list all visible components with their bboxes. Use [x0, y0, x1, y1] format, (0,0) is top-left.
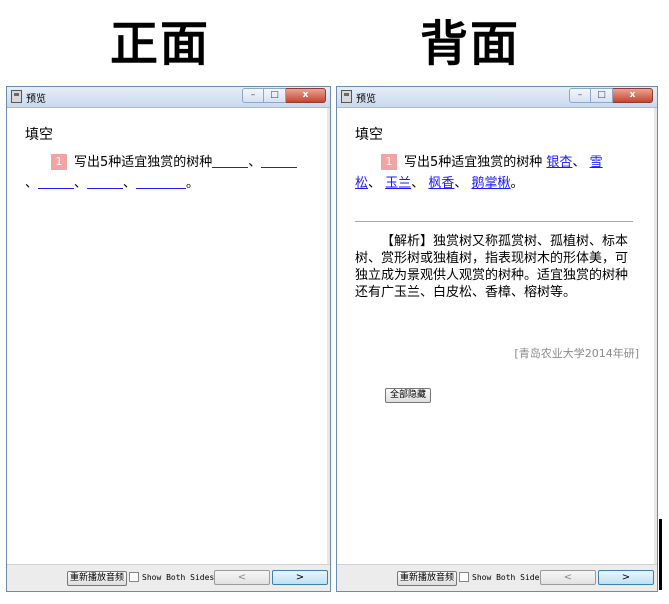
hide-all-button[interactable]: 全部隐藏: [385, 388, 432, 403]
window-title: 预览: [26, 94, 46, 105]
show-both-sides-label: Show Both Sides: [142, 573, 215, 582]
app-icon: [11, 90, 22, 103]
back-heading: 背面: [420, 16, 521, 72]
question-prompt: 写出5种适宜独赏的树种: [74, 155, 213, 170]
edge-bar: [659, 519, 662, 590]
answer-4: 枫香: [428, 176, 455, 191]
window-title: 预览: [356, 94, 376, 105]
front-heading: 正面: [110, 16, 211, 72]
prev-button[interactable]: <: [540, 570, 596, 585]
question-number-badge: 1: [381, 154, 397, 170]
card-type-label: 填空: [355, 127, 383, 143]
scrollbar[interactable]: [654, 108, 657, 565]
window-titlebar[interactable]: 预览 – □ x: [7, 87, 330, 108]
question-text: 1 写出5种适宜独赏的树种、、、、。: [25, 152, 304, 194]
answer-5: 鹅掌楸: [471, 176, 511, 191]
replay-audio-button[interactable]: 重新播放音频: [67, 571, 128, 586]
scrollbar[interactable]: [327, 108, 330, 565]
show-both-sides-checkbox[interactable]: [459, 572, 469, 582]
card-type-label: 填空: [25, 127, 53, 143]
replay-audio-button[interactable]: 重新播放音频: [397, 571, 458, 586]
analysis-text: 【解析】独赏树又称孤赏树、孤植树、标本树、赏形树或独植树，指表现树木的形体美，可…: [355, 234, 629, 300]
card-front-content: 填空 1 写出5种适宜独赏的树种、、、、。: [7, 108, 330, 565]
answer-blank: [261, 153, 280, 168]
answer-3: 玉兰: [385, 176, 412, 191]
maximize-button[interactable]: □: [264, 88, 286, 103]
show-both-sides-checkbox[interactable]: [129, 572, 139, 582]
show-both-sides-label: Show Both Sides: [472, 573, 545, 582]
maximize-button[interactable]: □: [591, 88, 613, 103]
answer-1: 银杏: [546, 155, 573, 170]
answer-blank: [87, 174, 124, 189]
next-button[interactable]: >: [598, 570, 654, 585]
divider: [355, 221, 633, 222]
window-titlebar[interactable]: 预览 – □ x: [337, 87, 657, 108]
close-button[interactable]: x: [286, 88, 326, 103]
answer-blank: [38, 174, 75, 189]
minimize-button[interactable]: –: [569, 88, 591, 103]
card-back-content: 填空 1 写出5种适宜独赏的树种 银杏、 雪松、 玉兰、 枫香、 鹅掌楸。 【解析…: [337, 108, 657, 565]
source-note: [青岛农业大学2014年研]: [514, 347, 639, 360]
question-prompt: 写出5种适宜独赏的树种: [404, 155, 543, 170]
window-footer: 重新播放音频 Show Both Sides < >: [337, 564, 657, 591]
answer-blank: [279, 153, 298, 168]
minimize-button[interactable]: –: [242, 88, 264, 103]
close-button[interactable]: x: [613, 88, 653, 103]
app-icon: [341, 90, 352, 103]
window-footer: 重新播放音频 Show Both Sides < >: [7, 564, 330, 591]
prev-button[interactable]: <: [214, 570, 270, 585]
answer-blank: [212, 153, 249, 168]
answer-blank: [136, 174, 187, 189]
next-button[interactable]: >: [272, 570, 328, 585]
front-preview-window: 预览 – □ x 填空 1 写出5种适宜独赏的树种、、、、。 重新播放音频 Sho…: [6, 86, 331, 592]
question-number-badge: 1: [51, 154, 67, 170]
question-text: 1 写出5种适宜独赏的树种 银杏、 雪松、 玉兰、 枫香、 鹅掌楸。: [355, 154, 603, 191]
back-preview-window: 预览 – □ x 填空 1 写出5种适宜独赏的树种 银杏、 雪松、 玉兰、 枫香、…: [336, 86, 658, 592]
